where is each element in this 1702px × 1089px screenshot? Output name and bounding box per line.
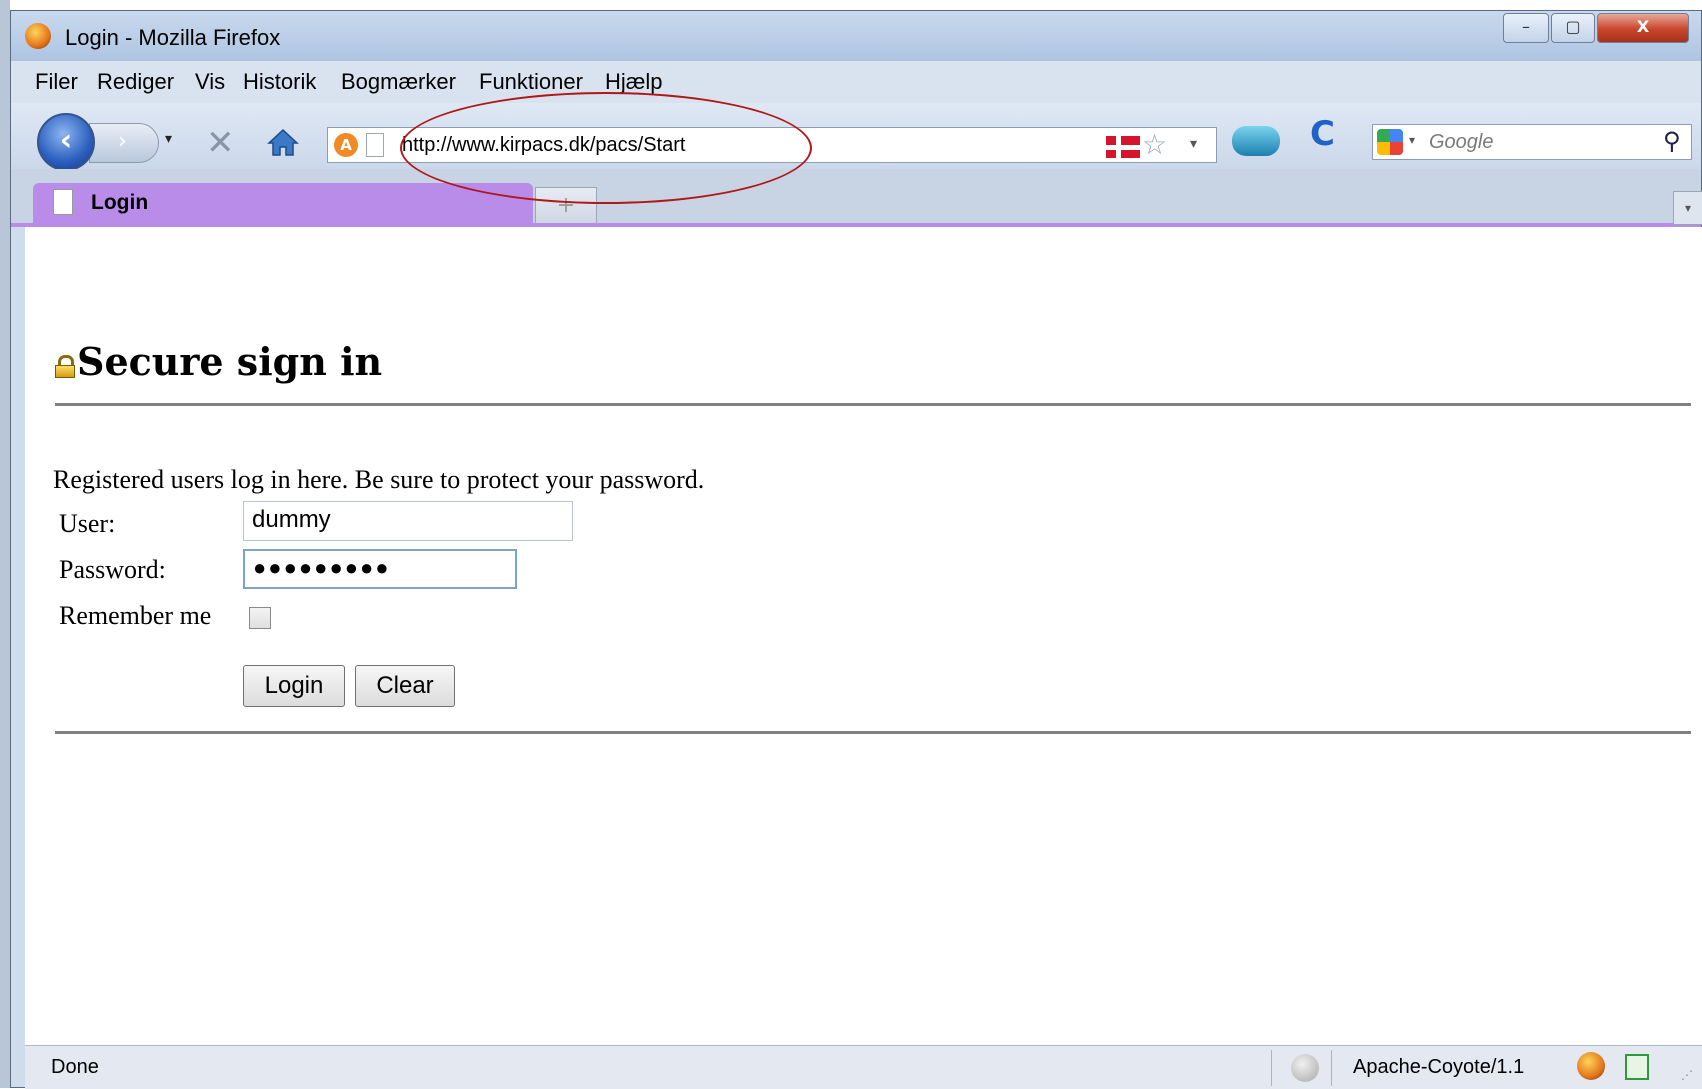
firefox-status-icon[interactable] <box>1577 1052 1605 1080</box>
intro-text: Registered users log in here. Be sure to… <box>53 465 705 494</box>
search-placeholder[interactable]: Google <box>1429 131 1494 154</box>
divider-top <box>55 403 1691 406</box>
firefox-icon <box>25 23 51 49</box>
page-content: Secure sign in Registered users log in h… <box>25 227 1702 1045</box>
status-text: Done <box>51 1056 99 1078</box>
back-button[interactable]: ‹ <box>37 113 95 171</box>
status-separator <box>1271 1050 1272 1086</box>
window-title: Login - Mozilla Firefox <box>65 25 281 50</box>
user-input[interactable]: dummy <box>243 501 573 541</box>
status-dot-icon <box>1291 1054 1319 1082</box>
lock-icon <box>55 355 75 378</box>
addon-icon[interactable] <box>1625 1054 1649 1080</box>
reload-icon[interactable]: C <box>1310 114 1335 154</box>
password-input[interactable]: ●●●●●●●●● <box>243 549 517 589</box>
google-icon[interactable] <box>1377 129 1403 155</box>
tab-list-button[interactable]: ▾ <box>1673 191 1702 225</box>
remember-me-checkbox[interactable] <box>249 607 271 629</box>
forward-button[interactable]: › <box>89 123 159 163</box>
divider-bottom <box>55 731 1691 734</box>
cloud-icon[interactable] <box>1232 126 1280 156</box>
menu-rediger[interactable]: Rediger <box>97 69 174 95</box>
search-icon[interactable]: ⚲ <box>1663 127 1681 155</box>
maximize-button[interactable]: ▢ <box>1551 13 1595 43</box>
search-box[interactable]: ▾ Google ⚲ <box>1372 124 1692 160</box>
close-button[interactable]: X <box>1597 13 1689 43</box>
server-label: Apache-Coyote/1.1 <box>1353 1056 1525 1078</box>
background-window-edge <box>0 0 10 1088</box>
status-bar: Done Apache-Coyote/1.1 ⋰ <box>25 1045 1702 1089</box>
title-bar: Login - Mozilla Firefox – ▢ X <box>11 11 1701 61</box>
login-button[interactable]: Login <box>243 665 345 707</box>
site-icon: A <box>334 133 358 157</box>
history-dropdown-icon[interactable]: ▾ <box>165 131 172 147</box>
menu-filer[interactable]: Filer <box>35 69 78 95</box>
url-history-dropdown-icon[interactable]: ▾ <box>1190 136 1197 152</box>
menu-vis[interactable]: Vis <box>195 69 225 95</box>
remember-me-label: Remember me <box>59 601 212 630</box>
minimize-button[interactable]: – <box>1503 13 1549 43</box>
url-text[interactable]: http://www.kirpacs.dk/pacs/Start <box>402 134 685 157</box>
menu-historik[interactable]: Historik <box>243 69 316 95</box>
menu-funktioner[interactable]: Funktioner <box>479 69 583 95</box>
page-icon <box>366 133 384 157</box>
status-separator <box>1331 1050 1332 1086</box>
page-heading: Secure sign in <box>55 339 382 384</box>
menu-bar: Filer Rediger Vis Historik Bogmærker Fun… <box>11 61 1701 103</box>
home-icon[interactable] <box>267 127 299 157</box>
password-label: Password: <box>59 555 166 584</box>
menu-hjaelp[interactable]: Hjælp <box>605 69 662 95</box>
tab-label: Login <box>91 191 149 214</box>
resize-grip-icon[interactable]: ⋰ <box>1681 1068 1693 1082</box>
browser-window: Login - Mozilla Firefox – ▢ X Filer Redi… <box>10 10 1702 1089</box>
clear-button[interactable]: Clear <box>355 665 455 707</box>
tab-strip: Login + ▾ <box>11 169 1702 227</box>
stop-icon[interactable]: ✕ <box>206 123 235 163</box>
new-tab-button[interactable]: + <box>535 187 597 223</box>
page-icon <box>53 189 73 215</box>
menu-bogmaerker[interactable]: Bogmærker <box>341 69 456 95</box>
user-label: User: <box>59 509 116 538</box>
search-engine-dropdown-icon[interactable]: ▾ <box>1409 133 1415 147</box>
heading-text: Secure sign in <box>77 339 383 384</box>
bookmark-star-icon[interactable]: ☆ <box>1142 128 1167 161</box>
danish-flag-icon[interactable] <box>1106 136 1140 158</box>
tab-login[interactable]: Login <box>33 183 533 223</box>
url-bar[interactable]: A http://www.kirpacs.dk/pacs/Start ☆ ▾ <box>327 127 1217 163</box>
